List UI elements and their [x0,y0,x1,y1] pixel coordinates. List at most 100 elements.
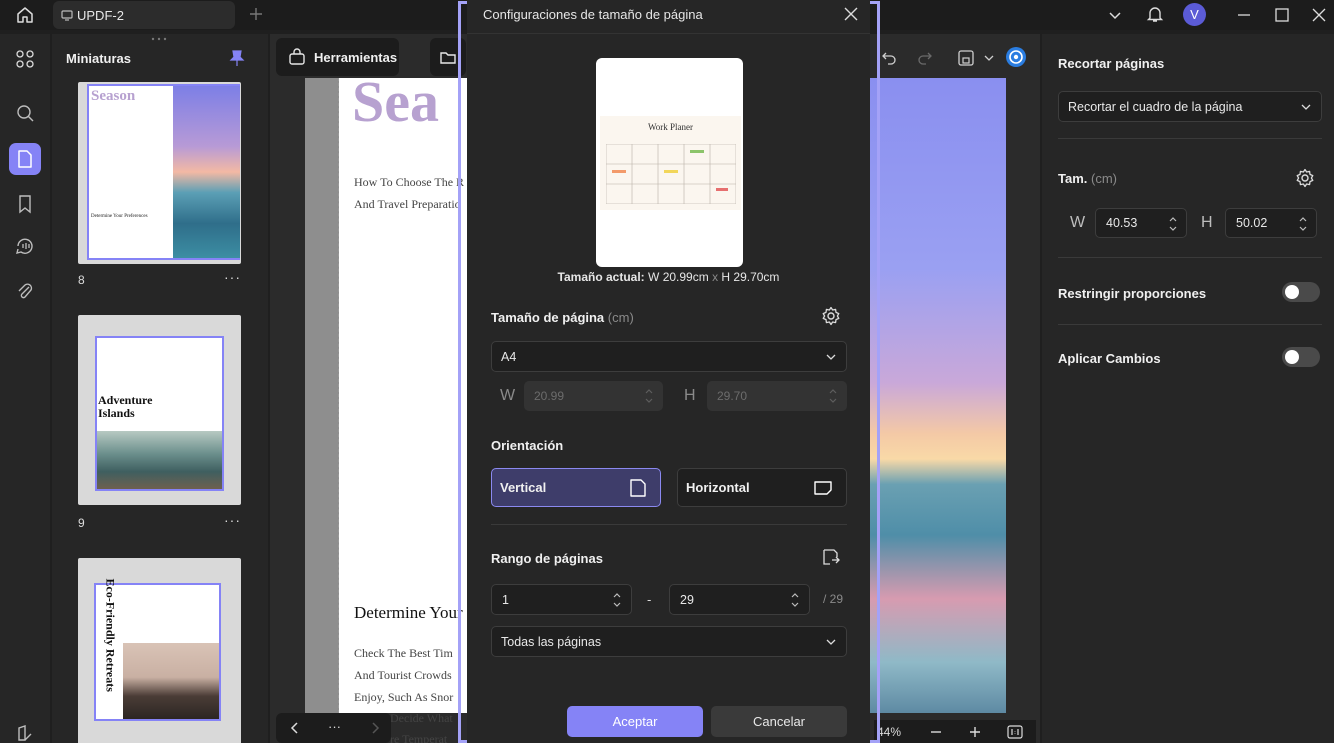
crop-width-value: 40.53 [1106,216,1138,230]
crop-mode-value: Recortar el cuadro de la página [1068,99,1243,114]
thumbnail-8-number: 8 [78,273,85,287]
thumbnails-panel: Miniaturas Season Determine Your Prefere… [52,34,268,743]
tools-label: Herramientas [314,49,398,65]
bell-icon[interactable] [1146,5,1164,23]
range-to-input[interactable]: 29 [669,584,810,615]
thumbnail-page-8[interactable]: Season Determine Your Preferences [78,82,241,264]
redo-icon[interactable] [916,49,934,67]
document-tab[interactable]: UPDF-2 [53,1,235,29]
pages-icon[interactable] [9,143,41,175]
orientation-horizontal-button[interactable]: Horizontal [677,468,847,507]
page-scope-value: Todas las páginas [501,634,602,649]
undo-icon[interactable] [880,49,898,67]
thumbnail-10-photo [123,643,219,719]
stepper-icon[interactable] [613,591,621,609]
page-size-value: A4 [501,349,517,364]
orientation-horizontal-label: Horizontal [686,480,750,495]
thumbnail-9-heading: Adventure Islands [98,394,152,420]
bookmark-icon[interactable] [9,188,41,220]
ai-assistant-icon[interactable] [1005,46,1027,68]
stepper-icon[interactable] [791,591,799,609]
zoom-out-icon[interactable] [929,725,943,739]
previous-page-icon[interactable] [288,721,302,735]
page-scope-select[interactable]: Todas las páginas [491,626,847,657]
dialog-close-icon[interactable] [843,6,859,22]
orientation-label: Orientación [491,438,564,453]
layers-icon[interactable] [9,717,41,743]
resize-handle-icon[interactable] [149,36,169,42]
toggle-knob [1285,285,1299,299]
page-height-input[interactable]: 29.70 [707,381,847,411]
chevron-down-icon [826,352,836,362]
apply-changes-toggle[interactable] [1282,347,1320,367]
close-window-icon[interactable] [1311,7,1327,23]
page-size-label: Tamaño de página (cm) [491,310,634,325]
portrait-page-icon [629,478,647,498]
page-height-value: 29.70 [717,389,748,403]
keep-ratio-toggle[interactable] [1282,282,1320,302]
page-size-select[interactable]: A4 [491,341,847,372]
apply-changes-label: Aplicar Cambios [1058,351,1161,366]
next-page-icon[interactable] [368,721,382,735]
landscape-page-icon [813,480,833,496]
size-settings-gear-icon[interactable] [1295,168,1315,188]
accept-button[interactable]: Aceptar [567,706,703,737]
range-to-value: 29 [680,592,694,607]
home-icon[interactable] [15,5,35,25]
stepper-icon [829,387,837,405]
thumbnail-9-more-button[interactable]: ··· [224,512,241,528]
search-icon[interactable] [9,97,41,129]
page-size-settings-gear-icon[interactable] [821,306,841,326]
user-avatar[interactable]: V [1183,3,1206,26]
keep-ratio-label: Restringir proporciones [1058,286,1207,301]
save-options-chevron-icon[interactable] [983,52,995,64]
orientation-vertical-button[interactable]: Vertical [491,468,661,507]
crop-mode-select[interactable]: Recortar el cuadro de la página [1058,91,1322,122]
document-page-photo [870,78,1006,713]
thumbnail-page-9[interactable]: Adventure Islands [78,315,241,505]
thumbnail-8-heading: Season [91,88,136,104]
new-tab-icon[interactable] [248,6,264,22]
document-body-line-4: Decide What [390,711,453,725]
current-size-h: H 29.70cm [721,270,780,284]
range-from-input[interactable]: 1 [491,584,632,615]
divider [491,524,847,525]
document-page-margin [305,78,339,713]
comments-icon[interactable] [9,230,41,262]
thumbnail-page-10[interactable]: Eco-Friendly Retreats [78,558,241,743]
page-nav-more-button[interactable]: ··· [328,719,341,734]
page-w-label: W [500,387,516,404]
current-size-times: x [712,270,719,284]
crop-guide-line [338,78,339,713]
page-width-input[interactable]: 20.99 [524,381,663,411]
crop-h-label: H [1201,214,1213,231]
thumbnail-8-photo [173,86,240,258]
pin-icon[interactable] [229,49,245,67]
thumbnails-grid-icon[interactable] [9,43,41,75]
zoom-level[interactable]: 44% [877,725,901,739]
stepper-icon[interactable] [1299,215,1307,233]
crop-width-input[interactable]: 40.53 [1095,208,1187,238]
crop-height-input[interactable]: 50.02 [1225,208,1317,238]
minimize-icon[interactable] [1236,7,1252,23]
chevron-down-icon[interactable] [1108,8,1122,22]
attachment-icon[interactable] [9,275,41,307]
preview-planner-title: Work Planer [647,122,693,132]
thumbnail-8-more-button[interactable]: ··· [224,269,241,285]
actual-size-icon[interactable] [1007,724,1023,740]
stepper-icon[interactable] [1169,215,1177,233]
cancel-button[interactable]: Cancelar [711,706,847,737]
save-icon[interactable] [957,49,975,67]
folder-icon [439,48,457,66]
maximize-icon[interactable] [1274,7,1290,23]
thumbnail-page-9-sheet: Adventure Islands [95,336,224,491]
crop-panel: Recortar páginas Recortar el cuadro de l… [1042,34,1334,743]
thumbnail-page-8-sheet: Season Determine Your Preferences [87,84,240,260]
document-body-line-1: Check The Best Tim [354,646,453,660]
size-label: Tam. (cm) [1058,171,1117,186]
zoom-in-icon[interactable] [968,725,982,739]
page-range-swap-icon[interactable] [821,547,841,567]
page-size-unit: (cm) [607,310,634,325]
divider [467,33,870,34]
page-nav-bar: ··· [276,713,391,743]
